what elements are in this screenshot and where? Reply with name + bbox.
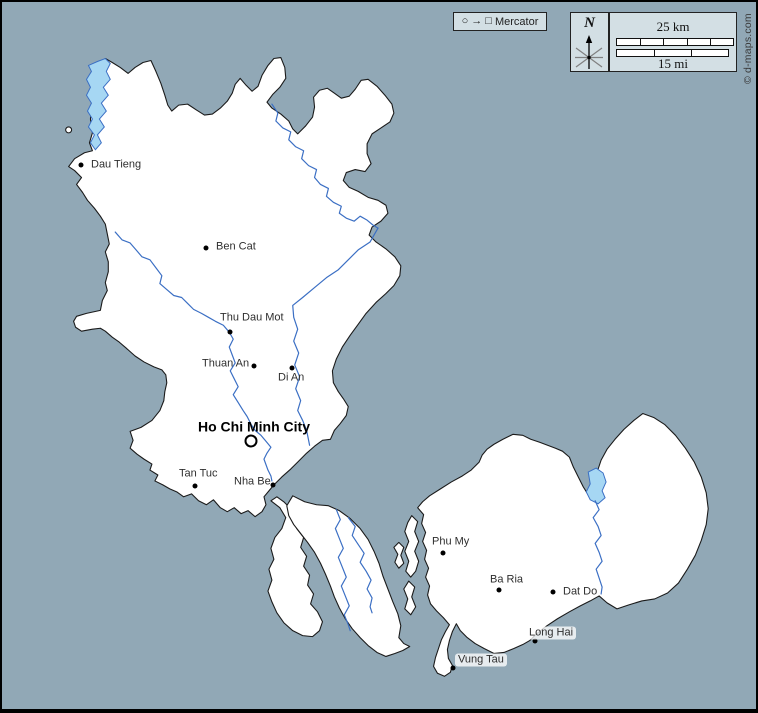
city-label: Ho Chi Minh City bbox=[198, 421, 310, 434]
city-label: Di An bbox=[278, 372, 304, 385]
city-marker-dot bbox=[441, 551, 446, 556]
scale-km-bar bbox=[616, 38, 734, 46]
city-label: Thu Dau Mot bbox=[220, 312, 284, 325]
scale-mi-label: 15 mi bbox=[610, 57, 736, 70]
scale-tick bbox=[691, 50, 692, 56]
city-label: Thuan An bbox=[202, 358, 249, 371]
city-marker-dot bbox=[228, 330, 233, 335]
city-label: Phu My bbox=[432, 536, 469, 549]
city-label: Ba Ria bbox=[490, 574, 523, 587]
city-marker-dot bbox=[551, 590, 556, 595]
city-label: Nha Be bbox=[234, 476, 271, 489]
city-marker-dot bbox=[497, 588, 502, 593]
projection-badge: ○ → □ Mercator bbox=[453, 12, 547, 31]
city-marker-dot bbox=[451, 666, 456, 671]
city-label: Ben Cat bbox=[216, 241, 256, 254]
scale-tick bbox=[710, 39, 711, 45]
compass-star-icon bbox=[571, 33, 608, 71]
scale-km-label: 25 km bbox=[610, 20, 736, 33]
map-canvas: Dau Tieng Ben Cat Thu Dau Mot Thuan An Di An… bbox=[0, 0, 758, 713]
scale-tick bbox=[663, 39, 664, 45]
city-label: Vung Tau bbox=[455, 654, 507, 667]
city-marker-dot bbox=[290, 366, 295, 371]
compass-box: N bbox=[570, 12, 609, 72]
city-label: Long Hai bbox=[526, 627, 576, 640]
projection-label: Mercator bbox=[495, 16, 538, 28]
scale-tick bbox=[687, 39, 688, 45]
city-marker-ring bbox=[245, 435, 258, 448]
city-marker-dot bbox=[79, 163, 84, 168]
circle-icon: ○ bbox=[462, 16, 469, 27]
arrow-icon: → bbox=[471, 16, 482, 27]
city-layer: Dau Tieng Ben Cat Thu Dau Mot Thuan An Di An… bbox=[2, 2, 756, 709]
city-label: Dat Do bbox=[563, 586, 597, 599]
square-icon: □ bbox=[485, 16, 492, 27]
city-label: Dau Tieng bbox=[91, 159, 141, 172]
city-marker-dot bbox=[204, 246, 209, 251]
city-label: Tan Tuc bbox=[179, 468, 218, 481]
scale-tick bbox=[640, 39, 641, 45]
compass-north-label: N bbox=[571, 13, 608, 33]
scale-tick bbox=[654, 50, 655, 56]
city-marker-dot bbox=[271, 483, 276, 488]
city-marker-dot bbox=[252, 364, 257, 369]
copyright-text: © d-maps.com bbox=[742, 13, 754, 84]
scale-bar: 25 km 15 mi bbox=[609, 12, 737, 72]
city-marker-dot bbox=[193, 484, 198, 489]
